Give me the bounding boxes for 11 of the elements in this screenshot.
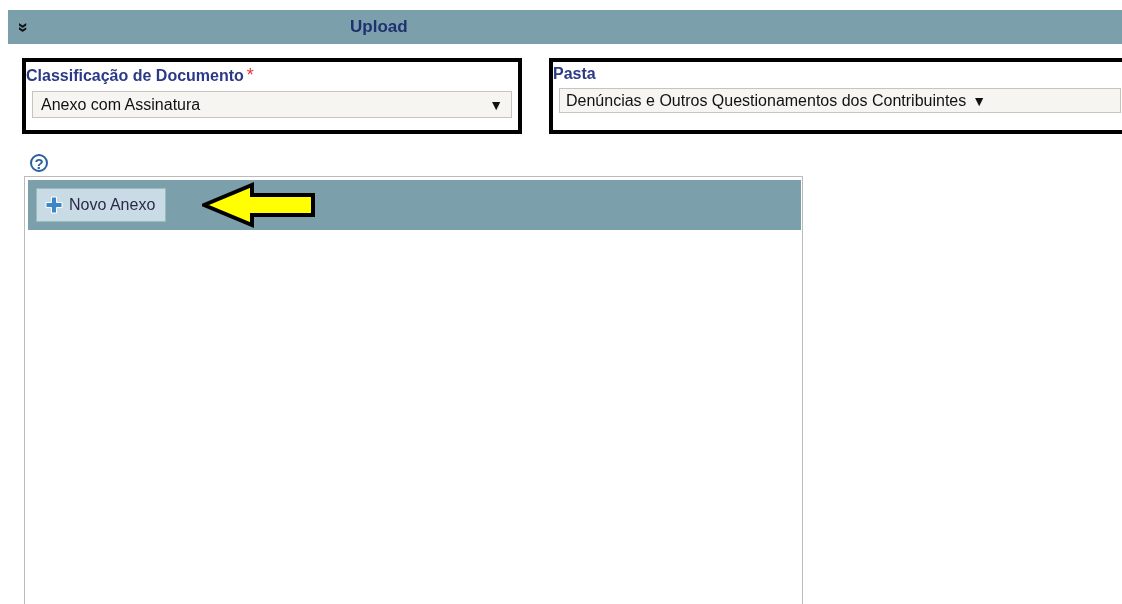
new-attachment-button[interactable]: Novo Anexo bbox=[36, 187, 167, 222]
dropdown-field[interactable]: Anexo com Assinatura ▼ bbox=[32, 91, 512, 118]
plus-icon bbox=[45, 195, 63, 214]
field-label: Pasta bbox=[553, 65, 596, 83]
collapse-toggle[interactable]: » bbox=[12, 12, 34, 42]
required-asterisk: * bbox=[246, 65, 254, 86]
section-title: Upload bbox=[350, 17, 408, 37]
help-icon[interactable]: ? bbox=[30, 154, 48, 172]
arrow-icon bbox=[202, 181, 317, 228]
field-label: Classificação de Documento bbox=[26, 67, 244, 85]
dropdown-field[interactable]: Denúncias e Outros Questionamentos dos Contribuintes ▼ bbox=[559, 88, 1121, 113]
